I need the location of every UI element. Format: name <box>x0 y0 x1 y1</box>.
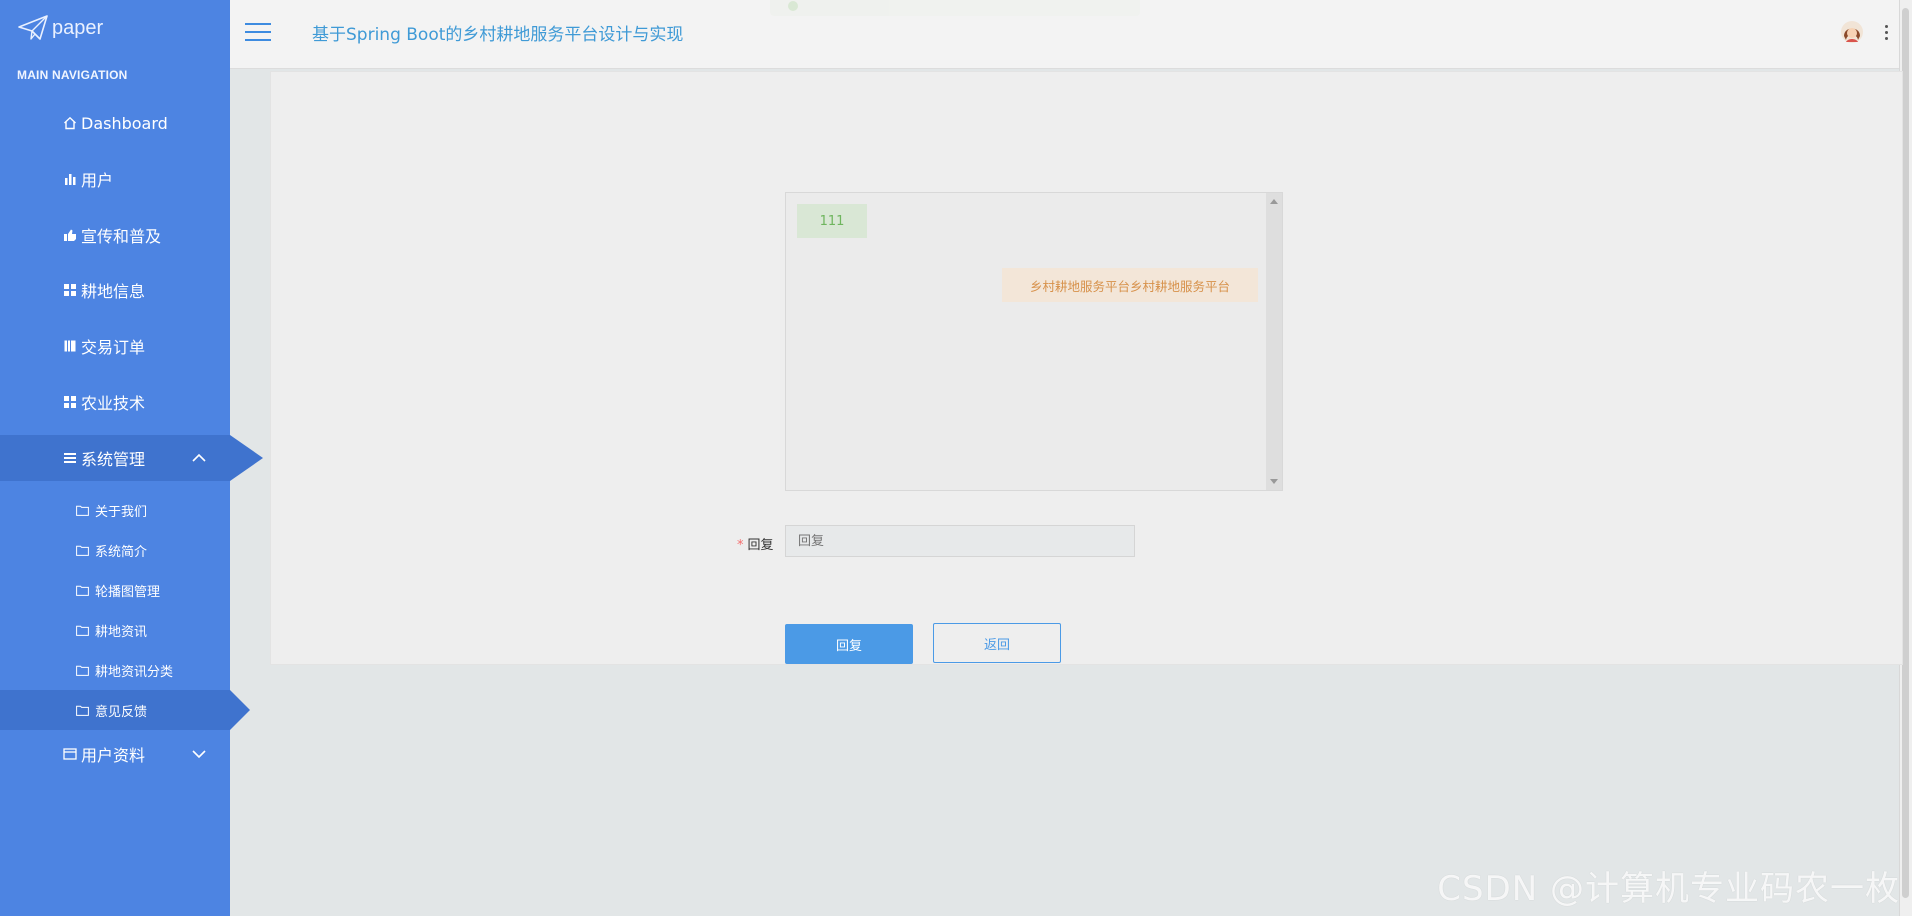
toast-notification <box>770 0 1140 16</box>
folder-icon <box>76 705 89 716</box>
chat-message-left: 111 <box>797 204 867 238</box>
chevron-up-icon <box>190 449 208 467</box>
active-indicator <box>230 690 250 730</box>
sidebar-subitem-farmland-news[interactable]: 耕地资讯 <box>0 610 230 650</box>
sidebar-item-orders[interactable]: 交易订单 <box>0 323 230 369</box>
folder-icon <box>76 545 89 556</box>
sidebar-subitem-feedback[interactable]: 意见反馈 <box>0 690 250 730</box>
top-header: 基于Spring Boot的乡村耕地服务平台设计与实现 <box>230 0 1912 69</box>
folder-icon <box>76 585 89 596</box>
sidebar-item-promotion[interactable]: 宣传和普及 <box>0 212 230 258</box>
sidebar-subitem-label: 意见反馈 <box>95 704 148 720</box>
reply-input[interactable] <box>785 525 1135 557</box>
sidebar-subitem-news-category[interactable]: 耕地资讯分类 <box>0 650 230 690</box>
user-avatar[interactable] <box>1840 20 1864 44</box>
grid-icon <box>63 395 77 409</box>
nav-header: MAIN NAVIGATION <box>17 68 128 82</box>
sidebar-subitem-label: 系统简介 <box>95 544 148 560</box>
sidebar-subitem-label: 轮播图管理 <box>95 584 161 600</box>
sidebar: paper MAIN NAVIGATION Dashboard 用户 宣传和普及… <box>0 0 263 916</box>
sidebar-item-label: 用户 <box>81 171 114 190</box>
scroll-down-icon[interactable] <box>1270 479 1278 484</box>
more-options-icon[interactable] <box>1884 25 1890 43</box>
sidebar-item-user-profile[interactable]: 用户资料 <box>0 731 230 777</box>
page-title: 基于Spring Boot的乡村耕地服务平台设计与实现 <box>312 25 684 45</box>
back-button[interactable]: 返回 <box>933 623 1061 663</box>
sidebar-item-agri-tech[interactable]: 农业技术 <box>0 379 230 425</box>
feedback-detail-card: 111 乡村耕地服务平台乡村耕地服务平台 *回复 回复 返回 <box>270 71 1903 665</box>
paper-plane-icon <box>18 15 48 41</box>
sidebar-item-label: 耕地信息 <box>81 282 146 301</box>
thumbs-up-icon <box>63 228 77 242</box>
grid-icon <box>63 283 77 297</box>
sidebar-item-system-management[interactable]: 系统管理 <box>0 435 263 481</box>
logo[interactable]: paper <box>18 12 103 44</box>
sidebar-item-dashboard[interactable]: Dashboard <box>0 100 230 146</box>
sidebar-subitem-system-intro[interactable]: 系统简介 <box>0 530 230 570</box>
sidebar-item-users[interactable]: 用户 <box>0 156 230 202</box>
sidebar-item-farmland-info[interactable]: 耕地信息 <box>0 267 230 313</box>
folder-icon <box>76 665 89 676</box>
required-marker: * <box>737 538 744 553</box>
reply-button[interactable]: 回复 <box>785 624 913 664</box>
sidebar-subitem-label: 耕地资讯 <box>95 624 148 640</box>
sidebar-subitem-about-us[interactable]: 关于我们 <box>0 490 230 530</box>
success-icon <box>788 1 798 11</box>
chat-message-right: 乡村耕地服务平台乡村耕地服务平台 <box>1002 268 1258 302</box>
chevron-down-icon <box>190 745 208 763</box>
book-icon <box>63 339 77 353</box>
card-icon <box>63 747 77 761</box>
folder-icon <box>76 505 89 516</box>
chat-history: 111 乡村耕地服务平台乡村耕地服务平台 <box>785 192 1283 491</box>
scroll-up-icon[interactable] <box>1270 199 1278 204</box>
sidebar-subitem-label: 耕地资讯分类 <box>95 664 174 680</box>
reply-label: * 回复 <box>737 534 774 553</box>
reply-label-text: 回复 <box>747 538 774 553</box>
sidebar-subitem-label: 关于我们 <box>95 504 148 520</box>
active-indicator <box>230 435 263 481</box>
bar-chart-icon <box>63 172 77 186</box>
sidebar-item-label: 交易订单 <box>81 338 146 357</box>
menu-toggle-icon[interactable] <box>245 23 271 43</box>
watermark: CSDN @计算机专业码农一枚 <box>1437 869 1900 909</box>
sidebar-item-label: Dashboard <box>81 113 168 133</box>
sidebar-item-label: 宣传和普及 <box>81 227 162 246</box>
sidebar-item-label: 系统管理 <box>81 450 146 469</box>
sidebar-subitem-carousel[interactable]: 轮播图管理 <box>0 570 230 610</box>
folder-icon <box>76 625 89 636</box>
chat-scrollbar[interactable] <box>1266 193 1282 490</box>
sidebar-item-label: 用户资料 <box>81 746 146 765</box>
logo-text: paper <box>52 16 104 39</box>
home-icon <box>63 116 77 130</box>
sidebar-item-label: 农业技术 <box>81 394 146 413</box>
list-icon <box>63 451 77 465</box>
